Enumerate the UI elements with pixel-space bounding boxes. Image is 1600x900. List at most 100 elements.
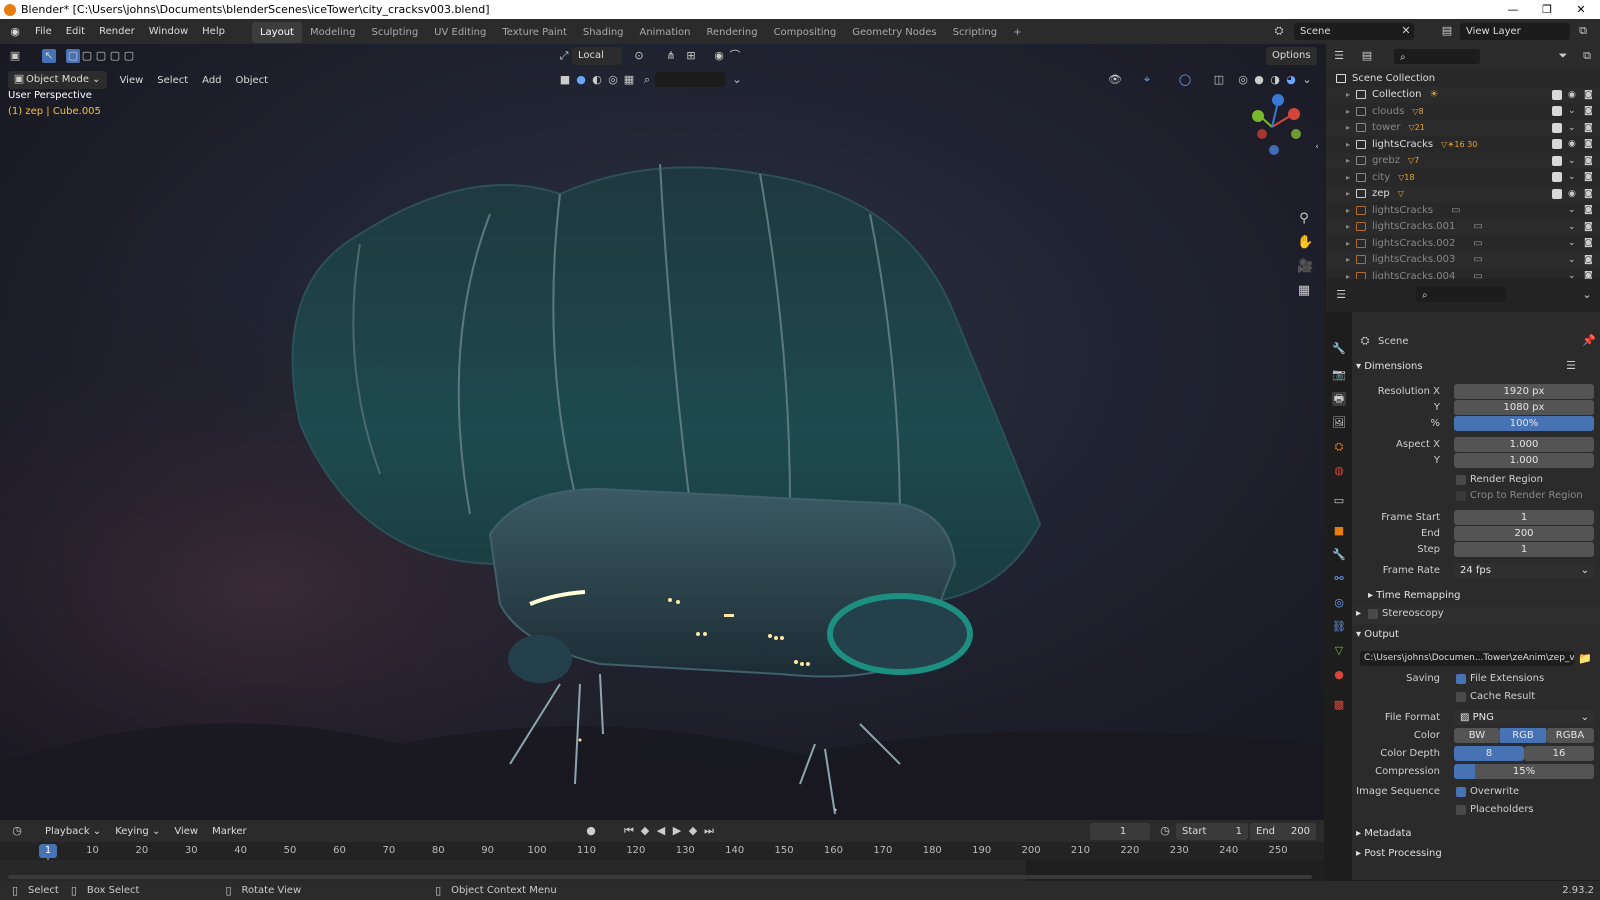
minimize-button[interactable]: — <box>1496 0 1530 19</box>
physics-tab-icon[interactable]: ◎ <box>1332 596 1346 610</box>
select-new-icon[interactable]: ▢ <box>66 49 80 63</box>
output-panel-header[interactable]: ▾ Output <box>1356 629 1399 640</box>
menu-render[interactable]: Render <box>92 19 142 44</box>
tab-scripting[interactable]: Scripting <box>945 22 1005 43</box>
end-frame-field[interactable]: End 200 <box>1250 823 1316 840</box>
color-rgba-button[interactable]: RGBA <box>1546 728 1594 743</box>
render-camera-icon[interactable]: ◙ <box>1584 205 1595 215</box>
outliner-root[interactable]: Scene Collection <box>1326 70 1600 87</box>
render-camera-icon[interactable]: ◙ <box>1584 172 1595 182</box>
xray-icon[interactable]: ◫ <box>1212 73 1226 87</box>
file-format-dropdown[interactable]: ▨ PNG ⌄ <box>1454 710 1594 725</box>
compression-slider[interactable]: 15% <box>1454 764 1594 779</box>
presets-icon[interactable]: ☰ <box>1564 359 1578 373</box>
folder-icon[interactable]: 📁 <box>1578 652 1592 666</box>
visibility-eye-icon[interactable]: ◉ <box>1568 90 1579 100</box>
expand-arrow-icon[interactable]: ▸ <box>1346 123 1356 132</box>
solid-icon[interactable]: ■ <box>558 73 572 87</box>
properties-editor-type-icon[interactable]: ☰ <box>1334 288 1348 302</box>
outliner-row[interactable]: ▸ city ▽18 ⌄ ◙ <box>1326 169 1600 186</box>
jump-start-icon[interactable]: ⏮ <box>622 824 636 838</box>
shading-material-icon[interactable]: ◑ <box>1268 73 1282 87</box>
pivot-point-icon[interactable]: ⊙ <box>632 49 646 63</box>
render-camera-icon[interactable]: ◙ <box>1584 90 1595 100</box>
play-icon[interactable]: ▶ <box>670 824 684 838</box>
wireframe-icon[interactable]: ◎ <box>606 73 620 87</box>
select-extend-icon[interactable]: ▢ <box>80 49 94 63</box>
collection-tab-icon[interactable]: ▭ <box>1332 494 1346 508</box>
tab-modeling[interactable]: Modeling <box>302 22 364 43</box>
timeline-ruler[interactable]: 1102030405060708090100110120130140150160… <box>0 842 1324 888</box>
playhead-frame-indicator[interactable]: 1 <box>39 844 57 858</box>
outliner-row[interactable]: ▸ Collection ☀ ◉ ◙ <box>1326 86 1600 103</box>
visibility-eye-icon[interactable]: ⌄ <box>1568 222 1579 232</box>
sidebar-toggle-icon[interactable]: ‹ <box>1310 140 1324 154</box>
expand-arrow-icon[interactable]: ▸ <box>1346 239 1356 248</box>
filter-icon[interactable]: ⏷ <box>1556 49 1570 63</box>
visibility-eye-icon[interactable]: ◉ <box>1568 189 1579 199</box>
snap-icon[interactable]: ⋔ <box>664 49 678 63</box>
transform-orientation-dropdown[interactable]: Local <box>572 47 622 65</box>
frame-end-field[interactable]: 200 <box>1454 526 1594 541</box>
exclude-checkbox[interactable] <box>1552 188 1562 199</box>
render-camera-icon[interactable]: ◙ <box>1584 255 1595 265</box>
expand-arrow-icon[interactable]: ▸ <box>1346 156 1356 165</box>
outliner-row[interactable]: ▸ lightsCracks.001 ▭ ⌄ ◙ <box>1326 218 1600 235</box>
viewport-menu-view[interactable]: View <box>113 75 151 86</box>
overwrite-checkbox[interactable] <box>1456 787 1466 797</box>
scene-tab-icon[interactable]: ⛭ <box>1332 440 1346 454</box>
menu-edit[interactable]: Edit <box>59 19 92 44</box>
visibility-eye-icon[interactable]: ⌄ <box>1568 156 1579 166</box>
stereoscopy-checkbox[interactable] <box>1368 609 1378 619</box>
play-reverse-icon[interactable]: ◀ <box>654 824 668 838</box>
camera-view-icon[interactable]: 🎥 <box>1297 260 1313 274</box>
expand-arrow-icon[interactable]: ▸ <box>1346 90 1356 99</box>
preview-range-icon[interactable]: ◷ <box>1158 824 1172 838</box>
viewport-menu-add[interactable]: Add <box>195 75 228 86</box>
render-camera-icon[interactable]: ◙ <box>1584 238 1595 248</box>
render-tab-icon[interactable]: 📷 <box>1332 368 1346 382</box>
metadata-panel-header[interactable]: ▸ Metadata <box>1356 828 1412 839</box>
exclude-checkbox[interactable] <box>1552 122 1562 133</box>
render-camera-icon[interactable]: ◙ <box>1584 123 1595 133</box>
ortho-grid-icon[interactable]: ▦ <box>1297 284 1311 298</box>
outliner-editor-type-icon[interactable]: ☰ <box>1332 49 1346 63</box>
outliner-row[interactable]: ▸ clouds ▽8 ⌄ ◙ <box>1326 103 1600 120</box>
pan-hand-icon[interactable]: ✋ <box>1297 236 1313 250</box>
falloff-icon[interactable]: ⌒ <box>728 49 742 63</box>
view-layer-selector[interactable]: View Layer <box>1460 23 1570 40</box>
modifier-tab-icon[interactable]: 🔧 <box>1332 548 1346 562</box>
exclude-checkbox[interactable] <box>1552 172 1562 183</box>
tab-geometry-nodes[interactable]: Geometry Nodes <box>844 22 944 43</box>
editor-type-icon[interactable]: ▣ <box>8 49 22 63</box>
render-camera-icon[interactable]: ◙ <box>1584 156 1595 166</box>
tab-compositing[interactable]: Compositing <box>766 22 845 43</box>
expand-arrow-icon[interactable]: ▸ <box>1346 222 1356 231</box>
viewport-menu-object[interactable]: Object <box>229 75 276 86</box>
menu-file[interactable]: File <box>28 19 59 44</box>
visibility-eye-icon[interactable]: ⌄ <box>1568 255 1579 265</box>
jump-end-icon[interactable]: ⏭ <box>702 824 716 838</box>
tab-layout[interactable]: Layout <box>251 22 302 43</box>
timeline-menu-keying[interactable]: Keying ⌄ <box>108 826 167 837</box>
material-tab-icon[interactable]: ● <box>1332 668 1346 682</box>
menu-help[interactable]: Help <box>195 19 232 44</box>
depth-8-button[interactable]: 8 <box>1454 746 1524 761</box>
outliner-row[interactable]: ▸ grebz ▽7 ⌄ ◙ <box>1326 152 1600 169</box>
new-collection-icon[interactable]: ⧉ <box>1580 49 1594 63</box>
render-camera-icon[interactable]: ◙ <box>1584 222 1595 232</box>
pin-icon[interactable]: 📌 <box>1582 334 1596 348</box>
viewport-menu-select[interactable]: Select <box>150 75 195 86</box>
close-button[interactable]: ✕ <box>1564 0 1598 19</box>
post-processing-panel-header[interactable]: ▸ Post Processing <box>1356 848 1442 859</box>
output-path-field[interactable]: C:\Users\johns\Documen...Tower\zeAnim\ze… <box>1360 651 1574 666</box>
outliner-row[interactable]: ▸ tower ▽21 ⌄ ◙ <box>1326 119 1600 136</box>
cache-result-checkbox[interactable] <box>1456 692 1466 702</box>
view-layer-icon[interactable]: ▤ <box>1440 24 1454 38</box>
dimensions-panel-header[interactable]: ▾ Dimensions <box>1356 361 1423 372</box>
depth-16-button[interactable]: 16 <box>1524 746 1594 761</box>
exclude-checkbox[interactable] <box>1552 106 1562 117</box>
timeline-tracks[interactable] <box>0 860 1324 881</box>
proportional-edit-icon[interactable]: ◉ <box>712 49 726 63</box>
overlay-toggle-icon[interactable]: ◯ <box>1178 73 1192 87</box>
